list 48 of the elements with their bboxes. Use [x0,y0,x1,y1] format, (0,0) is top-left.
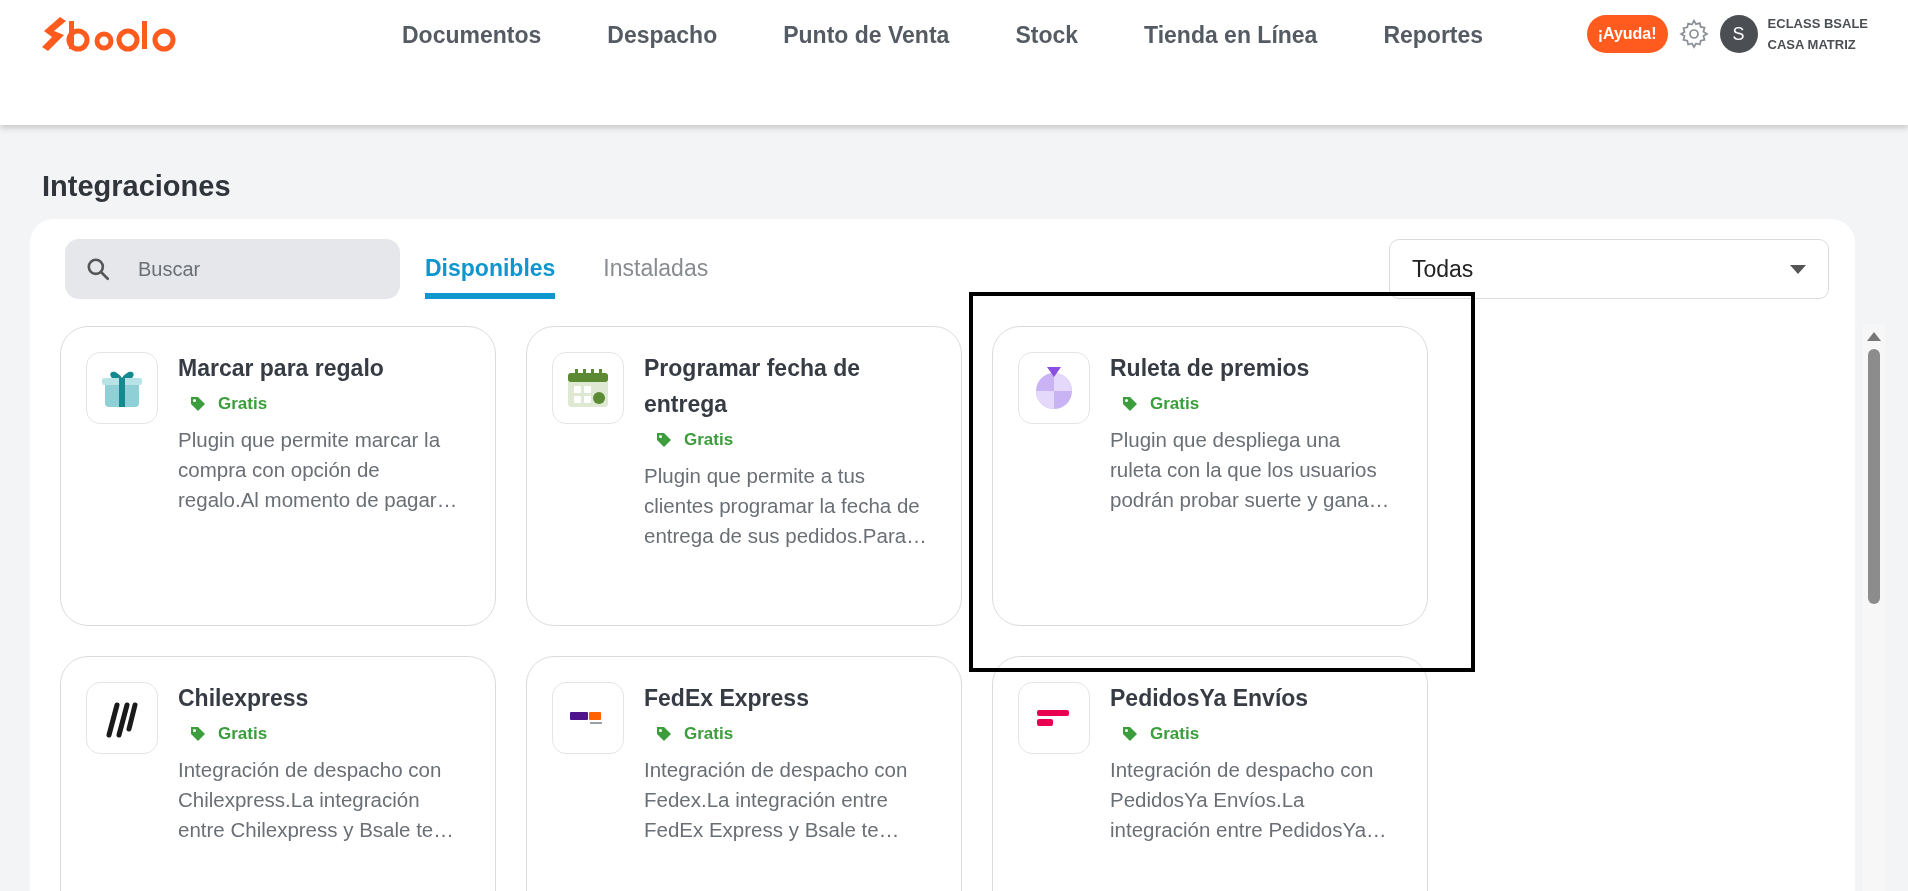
branch-name: CASA MATRIZ [1767,36,1857,54]
page-title: Integraciones [42,169,232,204]
card-title: PedidosYa Envíos [1110,684,1310,713]
tag-icon [190,395,206,412]
nav-link[interactable]: Documentos [402,18,542,53]
tag-icon [656,725,672,742]
scrollbar[interactable] [1863,324,1885,891]
price-label: Gratis [1150,393,1200,415]
scroll-thumb[interactable] [1868,349,1880,604]
card-title: Marcar para regalo [178,354,385,383]
card-description: Plugin que permite a tus clientes programar la fecha de entrega de sus pedidos.Para… [644,462,928,549]
company-name: ECLASS BSALE [1767,15,1868,33]
card-description: Integración de despacho con Fedex.La integración entre FedEx Express y Bsale te… [644,756,909,843]
card-title: Ruleta de premios [1110,354,1311,383]
price-label: Gratis [218,723,268,745]
price-label: Gratis [218,393,268,415]
card-description: Plugin que despliega una ruleta con la que los usuarios podrán probar suerte y gana… [1110,426,1391,513]
search-field[interactable]: Buscar [65,239,400,299]
tag-icon [1122,395,1138,412]
tag-icon [190,725,206,742]
card-title: Programar fecha de entrega [644,354,862,419]
price-label: Gratis [684,429,734,451]
nav-link[interactable]: Stock [1015,18,1078,53]
user-avatar[interactable]: S [1719,15,1758,53]
integration-card[interactable]: FedEx Express Gratis Integración de despacho con Fedex.La integración entre FedEx Express y Bsale te… [526,656,962,891]
integration-card[interactable]: Chilexpress Gratis Integración de despacho con Chilexpress.La integración entre Chilexpress y Bsale te… [60,656,496,891]
integration-card[interactable]: Programar fecha de entrega Gratis Plugin que permite a tus clientes programar la fecha de entrega de sus pedidos.Para… [526,326,962,626]
nav-link[interactable]: Punto de Venta [783,18,950,53]
price-label: Gratis [1150,723,1200,745]
card-title: Chilexpress [178,684,310,713]
tag-icon [656,431,672,448]
integration-card[interactable]: PedidosYa Envíos Gratis Integración de despacho con PedidosYa Envíos.La integración entre PedidosYa… [992,656,1428,891]
card-title: FedEx Express [644,684,810,713]
nav-link[interactable]: Despacho [607,18,718,53]
card-description: Integración de despacho con PedidosYa Envíos.La integración entre PedidosYa… [1110,756,1388,843]
card-description: Integración de despacho con Chilexpress.La integración entre Chilexpress y Bsale te… [178,756,455,843]
nav-link[interactable]: Tienda en Línea [1144,18,1318,53]
nav-link[interactable]: Reportes [1383,18,1484,53]
price-label: Gratis [684,723,734,745]
category-dropdown[interactable]: Todas [1389,239,1829,299]
scroll-up-icon[interactable] [1867,332,1881,341]
settings-icon[interactable] [1677,18,1710,50]
integration-card[interactable]: Ruleta de premios Gratis Plugin que despliega una ruleta con la que los usuarios podrán probar suerte y gana… [992,326,1428,626]
card-description: Plugin que permite marcar la compra con opción de regalo.Al momento de pagar… [178,426,459,513]
caret-icon [1790,264,1806,274]
integration-card[interactable]: Marcar para regalo Gratis Plugin que permite marcar la compra con opción de regalo.Al momento de pagar… [60,326,496,626]
tag-icon [1122,725,1138,742]
search-icon [85,256,111,282]
